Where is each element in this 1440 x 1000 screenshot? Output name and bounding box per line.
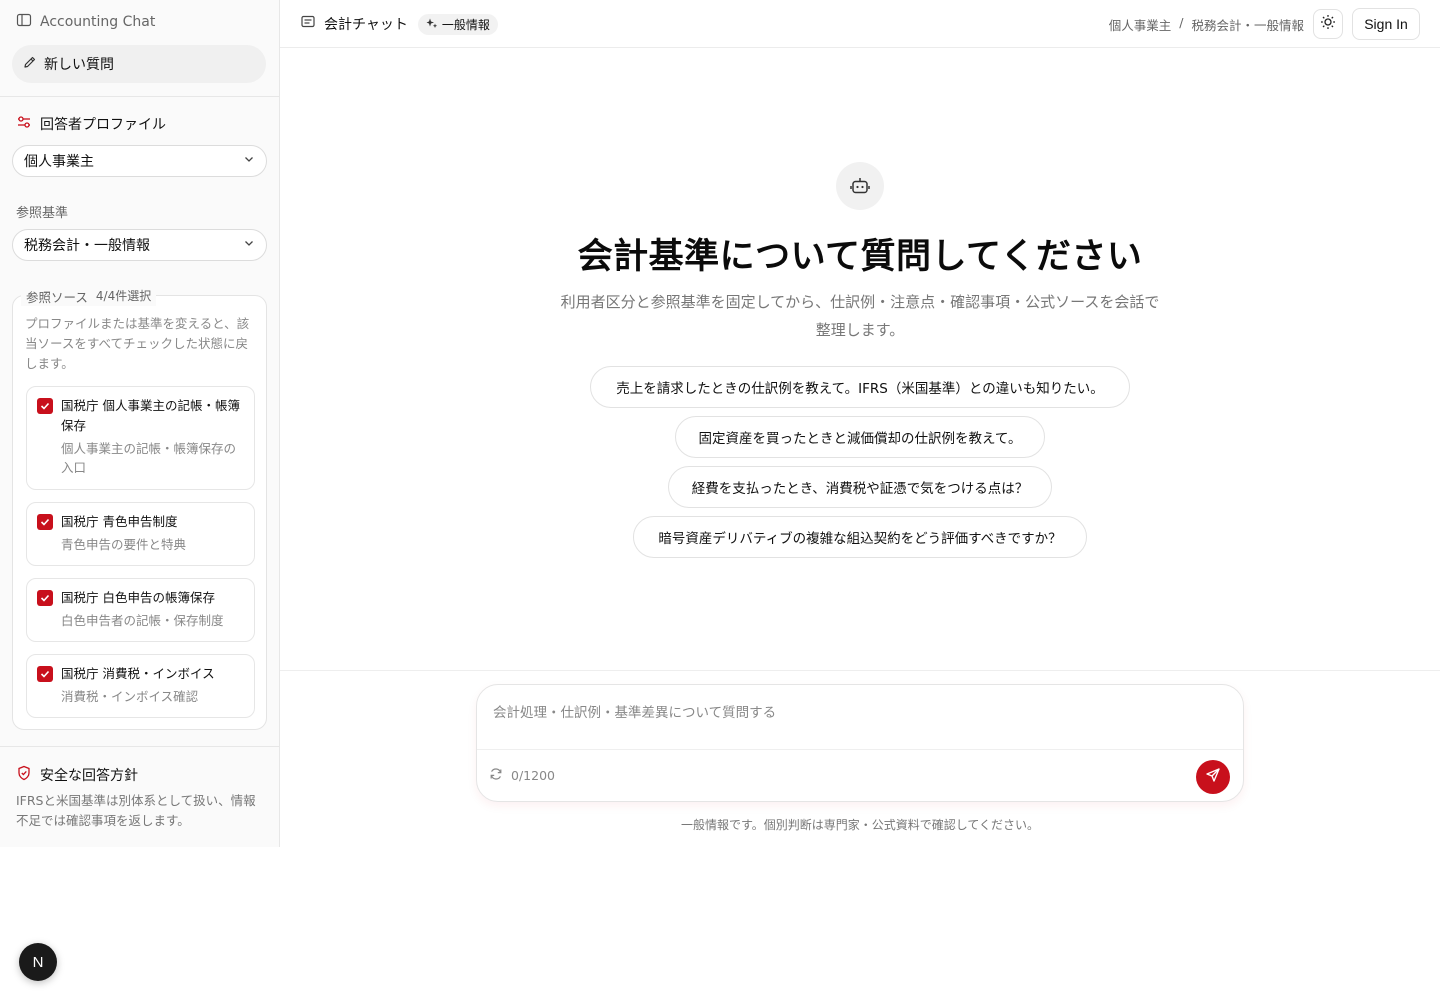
chevron-down-icon — [243, 237, 255, 253]
source-card[interactable]: 国税庁 青色申告制度 青色申告の要件と特典 — [26, 502, 255, 566]
char-count: 0/1200 — [511, 768, 555, 783]
profile-select[interactable]: 個人事業主 — [12, 145, 267, 177]
char-counter: 0/1200 — [489, 767, 555, 784]
source-desc: 青色申告の要件と特典 — [61, 537, 187, 552]
checkbox-checked-icon[interactable] — [37, 398, 53, 414]
breadcrumb-item: 個人事業主 — [1108, 18, 1172, 33]
sidebar-toggle-icon[interactable] — [16, 12, 32, 32]
hero-subtitle: 利用者区分と参照基準を固定してから、仕訳例・注意点・確認事項・公式ソースを会話で… — [560, 293, 1160, 339]
profile-select-value: 個人事業主 — [24, 154, 94, 170]
source-title: 国税庁 青色申告制度 — [61, 514, 178, 529]
refresh-icon[interactable] — [489, 767, 503, 784]
chevron-down-icon — [243, 153, 255, 169]
policy-text: IFRSと米国基準は別体系として扱い、情報不足では確認事項を返します。 — [16, 793, 256, 828]
sources-panel: 参照ソース 4/4件選択 プロファイルまたは基準を変えると、該当ソースをすべてチ… — [12, 287, 267, 730]
theme-toggle-button[interactable] — [1313, 9, 1343, 39]
info-badge: 一般情報 — [417, 13, 498, 35]
hero-title: 会計基準について質問してください — [577, 237, 1143, 277]
source-title: 国税庁 消費税・インボイス — [61, 666, 215, 681]
new-question-button[interactable]: 新しい質問 — [12, 45, 266, 83]
safety-policy: 安全な回答方針 IFRSと米国基準は別体系として扱い、情報不足では確認事項を返し… — [0, 746, 279, 847]
source-title: 国税庁 白色申告の帳簿保存 — [61, 590, 215, 605]
policy-heading: 安全な回答方針 — [16, 765, 138, 785]
suggestion-chip[interactable]: 経費を支払ったとき、消費税や証憑で気をつける点は？ — [668, 466, 1052, 508]
sources-count: 4/4件選択 — [95, 289, 152, 303]
pencil-icon — [22, 54, 38, 74]
dev-tools-button[interactable]: N — [19, 943, 57, 981]
sign-in-button[interactable]: Sign In — [1352, 8, 1420, 40]
sparkles-icon — [426, 17, 438, 32]
composer-separator — [477, 749, 1243, 750]
sources-note: プロファイルまたは基準を変えると、該当ソースをすべてチェックした状態に戻します。 — [25, 316, 250, 371]
checkbox-checked-icon[interactable] — [37, 514, 53, 530]
send-icon — [1205, 767, 1221, 787]
chat-icon — [300, 14, 316, 34]
standard-select[interactable]: 税務会計・一般情報 — [12, 229, 267, 261]
source-title: 国税庁 個人事業主の記帳・帳簿保存 — [61, 398, 240, 433]
standard-select-value: 税務会計・一般情報 — [24, 238, 150, 254]
chat-composer: 0/1200 — [476, 684, 1244, 802]
checkbox-checked-icon[interactable] — [37, 666, 53, 682]
header-title-group: 会計チャット 一般情報 — [300, 12, 498, 36]
top-header: 会計チャット 一般情報 個人事業主 / 税務会計・一般情報 Sign In — [280, 0, 1440, 48]
standard-label: 参照基準 — [16, 206, 69, 221]
source-desc: 白色申告者の記帳・保存制度 — [61, 613, 224, 628]
suggestion-chip[interactable]: 暗号資産デリバティブの複雑な組込契約をどう評価すべきですか？ — [633, 516, 1087, 558]
send-button[interactable] — [1196, 760, 1230, 794]
profile-heading: 回答者プロファイル — [16, 114, 166, 134]
source-card[interactable]: 国税庁 白色申告の帳簿保存 白色申告者の記帳・保存制度 — [26, 578, 255, 642]
composer-divider — [280, 670, 1440, 671]
policy-heading-label: 安全な回答方針 — [40, 768, 138, 784]
bot-icon — [836, 162, 884, 210]
badge-label: 一般情報 — [441, 17, 490, 32]
suggestion-chip[interactable]: 固定資産を買ったときと減価償却の仕訳例を教えて。 — [675, 416, 1045, 458]
profile-heading-label: 回答者プロファイル — [40, 117, 166, 133]
source-desc: 個人事業主の記帳・帳簿保存の入口 — [61, 441, 237, 475]
sliders-icon — [16, 114, 32, 134]
source-desc: 消費税・インボイス確認 — [61, 689, 199, 704]
sidebar: Accounting Chat 新しい質問 回答者プロファイル 個人事業主 参照… — [0, 0, 280, 847]
sources-legend: 参照ソース 4/4件選択 — [21, 287, 157, 306]
breadcrumb: 個人事業主 / 税務会計・一般情報 — [1109, 15, 1304, 34]
source-card[interactable]: 国税庁 個人事業主の記帳・帳簿保存 個人事業主の記帳・帳簿保存の入口 — [26, 386, 255, 490]
shield-check-icon — [16, 765, 32, 785]
disclaimer-text: 一般情報です。個別判断は専門家・公式資料で確認してください。 — [680, 818, 1040, 832]
header-title: 会計チャット — [324, 17, 408, 33]
sun-icon — [1320, 14, 1336, 34]
app-title-row: Accounting Chat — [16, 12, 155, 32]
breadcrumb-item: 税務会計・一般情報 — [1191, 18, 1304, 33]
checkbox-checked-icon[interactable] — [37, 590, 53, 606]
sources-label: 参照ソース — [26, 290, 88, 305]
suggestion-chip[interactable]: 売上を請求したときの仕訳例を教えて。IFRS（米国基準）との違いも知りたい。 — [590, 366, 1130, 408]
app-title: Accounting Chat — [40, 14, 156, 30]
question-input[interactable] — [493, 705, 1193, 721]
source-card[interactable]: 国税庁 消費税・インボイス 消費税・インボイス確認 — [26, 654, 255, 718]
new-question-label: 新しい質問 — [44, 57, 114, 73]
breadcrumb-separator: / — [1179, 15, 1184, 30]
